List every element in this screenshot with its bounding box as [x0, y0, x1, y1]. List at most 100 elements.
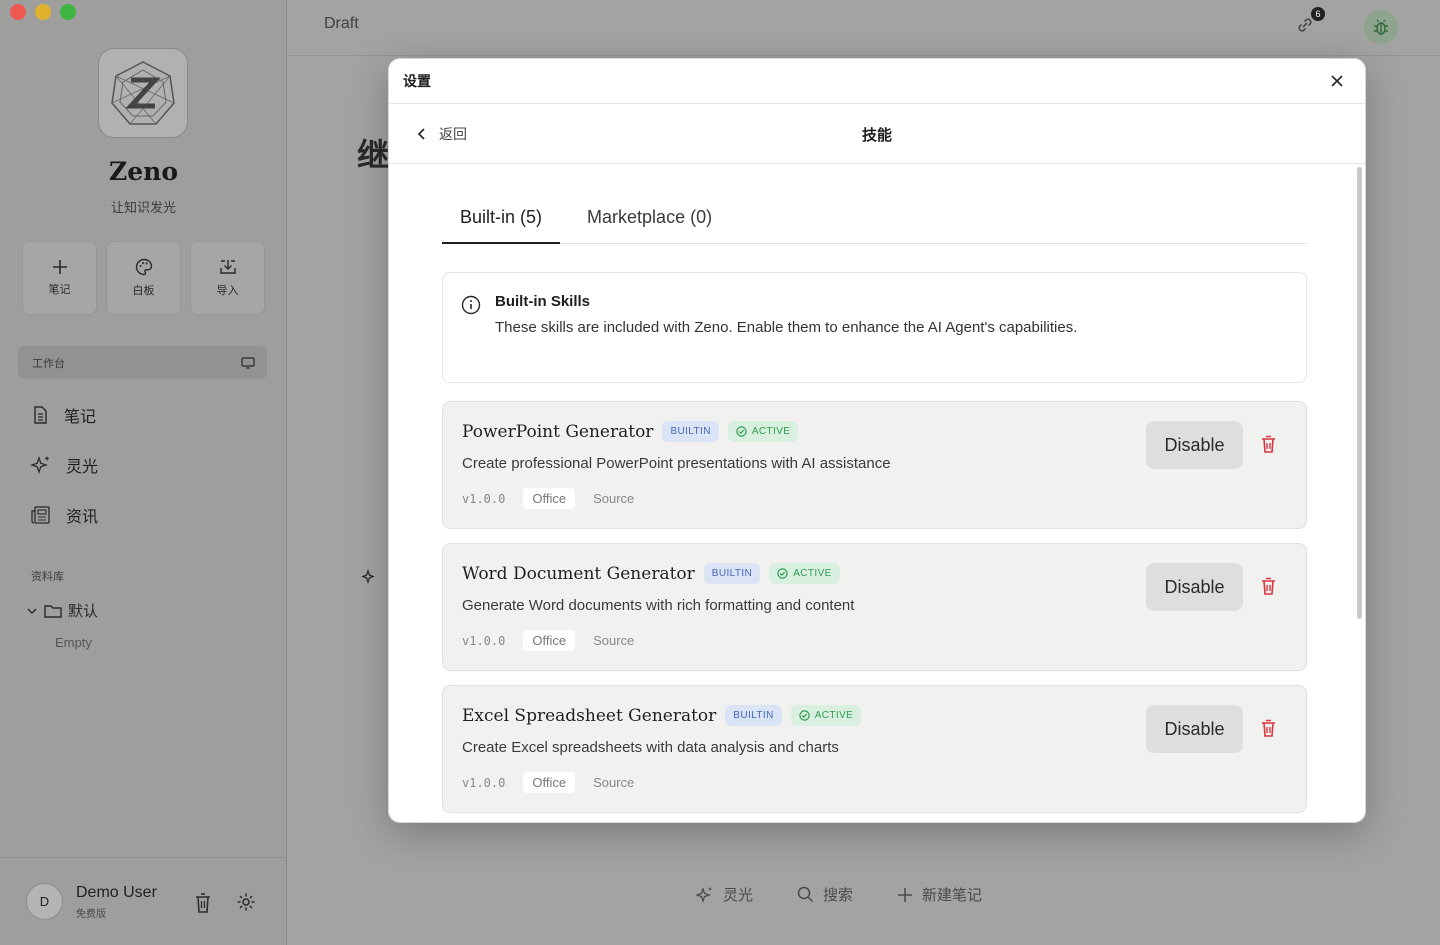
chevron-left-icon [417, 128, 425, 140]
brand-tagline: 让知识发光 [110, 200, 176, 215]
user-name: Demo User [76, 883, 157, 901]
delete-skill-button[interactable] [1260, 435, 1277, 459]
plus-icon [898, 887, 913, 902]
skill-tabs: Built-in (5) Marketplace (0) [442, 201, 1307, 244]
skill-source-link[interactable]: Source [593, 633, 634, 648]
info-text: These skills are included with Zeno. Ena… [495, 319, 1078, 336]
builtin-badge: BUILTIN [725, 705, 782, 726]
chevron-down-icon [27, 608, 37, 614]
close-icon [1331, 75, 1343, 87]
window-controls [10, 4, 76, 20]
zeno-logo-icon [111, 61, 175, 125]
background-note-title: 继 [357, 137, 390, 173]
sidebar-item-label: 笔记 [64, 409, 97, 426]
sidebar-item-news[interactable]: 资讯 [30, 490, 98, 540]
import-button[interactable]: 导入 [190, 241, 265, 315]
back-button[interactable]: 返回 [417, 124, 467, 144]
back-label: 返回 [439, 126, 467, 142]
draft-label: Draft [324, 15, 359, 32]
tab-builtin[interactable]: Built-in (5) [442, 201, 561, 244]
close-button[interactable] [1325, 69, 1349, 93]
close-window-button[interactable] [10, 4, 26, 20]
bottom-sparks-button[interactable]: 灵光 [696, 884, 753, 905]
disable-button[interactable]: Disable [1146, 705, 1243, 753]
skill-name: PowerPoint Generator [462, 421, 654, 442]
user-info: Demo User 免费版 [76, 884, 157, 920]
info-box: Built-in Skills These skills are include… [442, 272, 1307, 383]
tab-marketplace[interactable]: Marketplace (0) [569, 201, 730, 244]
bottom-new-note-button[interactable]: 新建笔记 [897, 884, 982, 905]
user-plan: 免费版 [76, 908, 106, 920]
library-label: 资料库 [31, 571, 64, 583]
bug-icon [1374, 19, 1388, 35]
sidebar-item-label: 灵光 [66, 459, 99, 476]
skill-card: PowerPoint Generator BUILTIN ACTIVE Crea… [442, 401, 1307, 529]
new-whiteboard-button[interactable]: 白板 [106, 241, 181, 315]
bottom-search-button[interactable]: 搜索 [797, 884, 853, 905]
link-count-badge: 6 [1311, 6, 1325, 21]
delete-skill-button[interactable] [1260, 577, 1277, 601]
trash-icon [1262, 435, 1275, 453]
agent-button[interactable] [1364, 10, 1398, 44]
workbench-label: 工作台 [32, 357, 65, 370]
skills-subheader: 技能 返回 [389, 104, 1365, 164]
sidebar-item-notes[interactable]: 笔记 [30, 390, 98, 440]
modal-title: 设置 [403, 73, 431, 89]
maximize-window-button[interactable] [60, 4, 76, 20]
trash-icon [1262, 719, 1275, 737]
search-icon [797, 886, 814, 903]
skill-source-link[interactable]: Source [593, 775, 634, 790]
delete-skill-button[interactable] [1260, 719, 1277, 743]
document-icon [34, 406, 47, 424]
status-badge: ACTIVE [727, 421, 799, 442]
folder-empty-text: Empty [55, 635, 92, 650]
disable-button[interactable]: Disable [1146, 421, 1243, 469]
sidebar-item-sparks[interactable]: 灵光 [30, 440, 98, 490]
quick-actions: 笔记 白板 导入 [22, 241, 265, 315]
sparkle-icon [30, 456, 50, 474]
minimize-window-button[interactable] [35, 4, 51, 20]
monitor-icon [241, 356, 255, 369]
main-header: Draft 6 [288, 0, 1440, 56]
bottom-label: 灵光 [723, 887, 754, 904]
brand-name: Zeno [108, 157, 178, 186]
check-circle-icon [777, 568, 788, 579]
sidebar-nav: 笔记 灵光 资讯 [30, 390, 98, 540]
user-panel: D Demo User 免费版 [0, 857, 287, 945]
skill-card: Excel Spreadsheet Generator BUILTIN ACTI… [442, 685, 1307, 813]
sidebar-item-label: 资讯 [66, 509, 99, 526]
background-sparkle [361, 569, 377, 590]
folder-default[interactable]: 默认 [26, 600, 98, 621]
status-badge: ACTIVE [790, 705, 862, 726]
page-title: 技能 [861, 127, 892, 144]
new-note-button[interactable]: 笔记 [22, 241, 97, 315]
trash-icon[interactable] [193, 892, 213, 914]
header-actions: 6 [1294, 6, 1398, 44]
builtin-badge: BUILTIN [703, 563, 761, 584]
user-actions [193, 892, 256, 914]
skill-description: Create Excel spreadsheets with data anal… [462, 739, 839, 756]
info-title: Built-in Skills [495, 293, 591, 310]
avatar[interactable]: D [26, 883, 63, 920]
gear-icon[interactable] [236, 892, 256, 912]
scrollbar[interactable] [1357, 167, 1362, 619]
builtin-badge: BUILTIN [662, 421, 719, 442]
check-circle-icon [799, 710, 810, 721]
skills-content[interactable]: Built-in (5) Marketplace (0) Built-in Sk… [389, 165, 1365, 822]
disable-button[interactable]: Disable [1146, 563, 1243, 611]
folder-icon [44, 604, 62, 618]
skill-category: Office [523, 488, 576, 509]
quick-action-label: 导入 [216, 285, 239, 297]
skill-source-link[interactable]: Source [593, 491, 634, 506]
status-label: ACTIVE [751, 426, 791, 437]
skill-version: v1.0.0 [462, 775, 506, 790]
workbench-header[interactable]: 工作台 [18, 346, 267, 379]
palette-icon [135, 258, 152, 276]
skill-version: v1.0.0 [462, 491, 506, 506]
status-label: ACTIVE [814, 710, 854, 721]
news-icon [31, 506, 50, 524]
link-button[interactable]: 6 [1294, 6, 1325, 41]
skill-category: Office [523, 630, 576, 651]
import-icon [219, 260, 236, 274]
skill-description: Generate Word documents with rich format… [462, 597, 855, 614]
